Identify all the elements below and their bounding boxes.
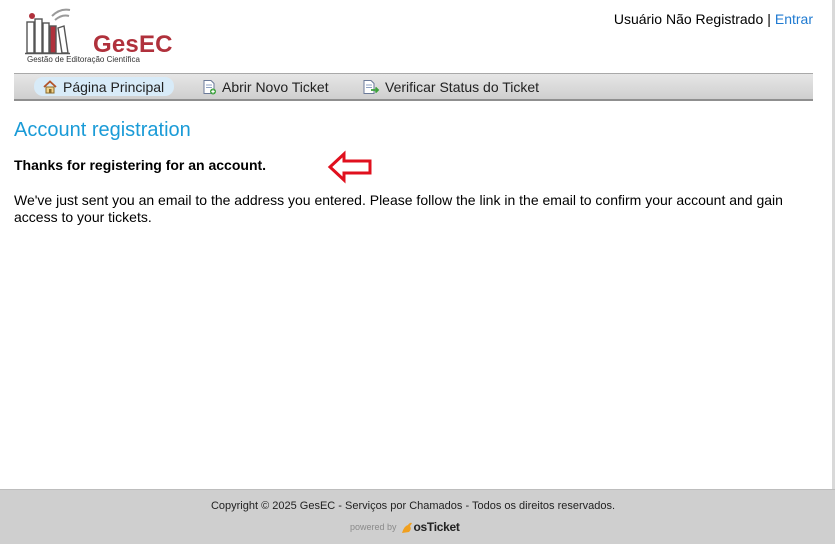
kangaroo-icon: [401, 522, 412, 533]
books-icon: [25, 8, 71, 55]
home-icon: [43, 79, 57, 93]
nav-item-home-label: Página Principal: [63, 78, 165, 95]
thanks-message: Thanks for registering for an account.: [14, 157, 267, 173]
user-status-separator: |: [767, 11, 771, 27]
footer: Copyright © 2025 GesEC - Serviços por Ch…: [0, 489, 835, 544]
ticket-status-icon: [363, 79, 380, 94]
page-title: Account registration: [14, 119, 191, 141]
nav-item-home[interactable]: Página Principal: [34, 77, 175, 96]
login-link[interactable]: Entrar: [775, 11, 813, 27]
copyright-text: Copyright © 2025 GesEC - Serviços por Ch…: [210, 500, 616, 512]
user-status-text: Usuário Não Registrado: [613, 11, 764, 27]
nav-item-ticket-status-label: Verificar Status do Ticket: [385, 78, 540, 95]
osticket-logo: osTicket: [413, 520, 460, 534]
main-nav: Página Principal Abrir Novo Ticket Verif…: [14, 73, 813, 101]
nav-item-ticket-status[interactable]: Verificar Status do Ticket: [362, 77, 539, 96]
nav-item-new-ticket-label: Abrir Novo Ticket: [222, 78, 329, 95]
powered-by-label: powered by: [350, 522, 397, 532]
annotation-arrow-icon: [327, 150, 372, 184]
nav-item-new-ticket[interactable]: Abrir Novo Ticket: [201, 77, 329, 96]
new-ticket-icon: [203, 79, 216, 94]
user-status-bar: Usuário Não Registrado | Entrar: [614, 11, 813, 27]
confirmation-message: We've just sent you an email to the addr…: [14, 192, 783, 225]
logo-tagline: Gestão de Editoração Científica: [27, 55, 140, 64]
powered-by-link[interactable]: powered by osTicket: [350, 520, 460, 534]
